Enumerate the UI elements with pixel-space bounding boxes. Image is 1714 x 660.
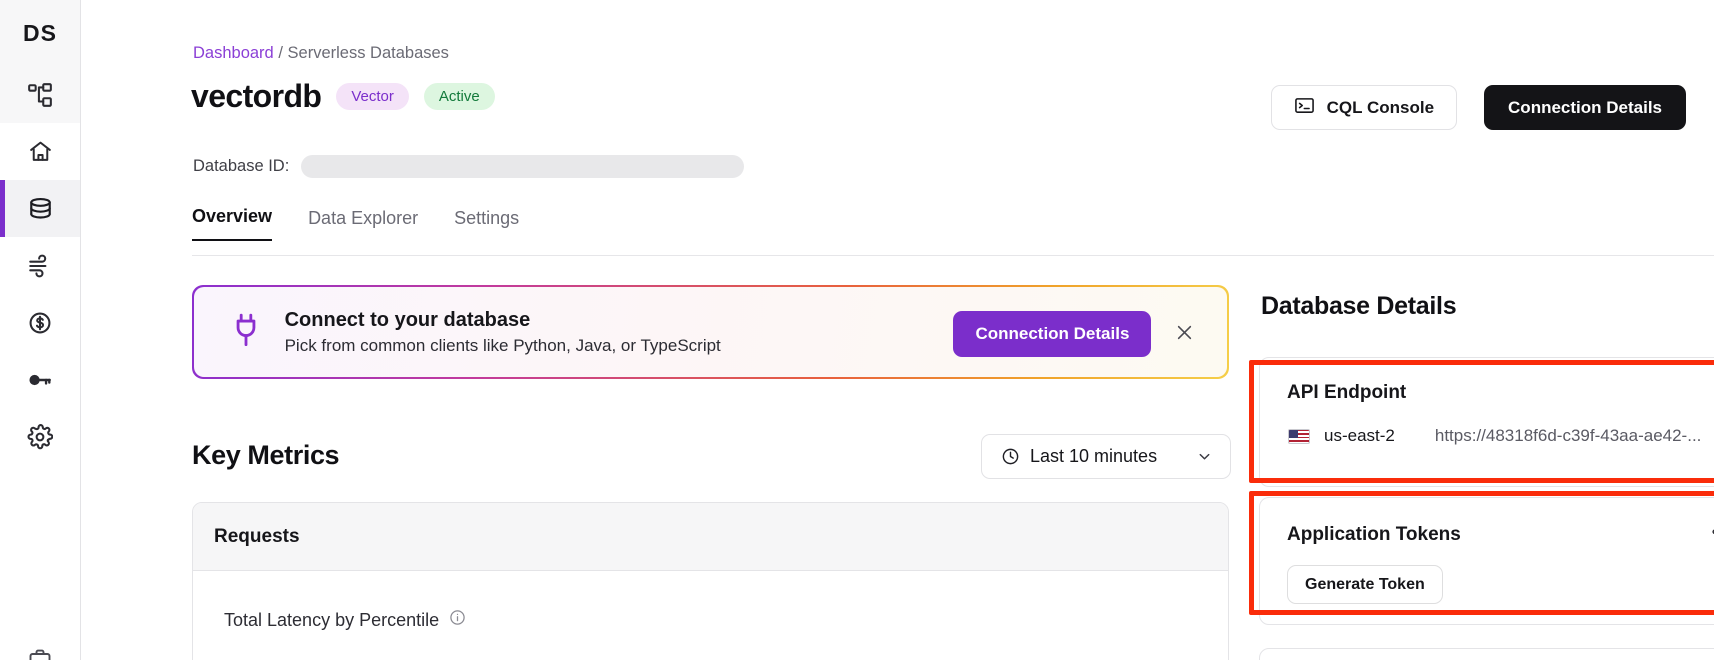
terminal-icon <box>1294 95 1315 121</box>
badge-database-type: Vector <box>336 82 409 110</box>
api-endpoint-card: API Endpoint us-east-2 https://48318f6d-… <box>1259 357 1714 487</box>
database-stack-icon <box>27 195 54 222</box>
sidebar-item-streaming[interactable] <box>0 237 80 294</box>
latency-chart-header: Total Latency by Percentile <box>193 571 1228 631</box>
sitemap-icon <box>27 82 53 108</box>
dollar-circle-icon <box>27 310 53 336</box>
sidebar-item-billing[interactable] <box>0 294 80 351</box>
close-icon[interactable] <box>1171 320 1197 346</box>
briefcase-icon <box>28 647 52 660</box>
database-details-title: Database Details <box>1261 292 1457 320</box>
sidebar-item-briefcase[interactable] <box>0 647 80 660</box>
requests-card-header: Requests <box>193 503 1228 571</box>
database-id-label: Database ID: <box>193 157 290 175</box>
header-actions: CQL Console Connection Details <box>1270 85 1686 130</box>
application-tokens-card: Application Tokens Generate Token <box>1259 497 1714 625</box>
cql-console-label: CQL Console <box>1326 97 1435 117</box>
page-title-row: vectordb Vector Active <box>191 80 495 112</box>
api-endpoint-region: us-east-2 <box>1324 426 1395 445</box>
time-range-selector[interactable]: Last 10 minutes <box>981 434 1231 479</box>
app-logo[interactable]: DS <box>0 0 80 66</box>
tab-data-explorer[interactable]: Data Explorer <box>308 209 418 241</box>
latency-chart-title: Total Latency by Percentile <box>224 609 440 630</box>
connect-banner-text: Connect to your database Pick from commo… <box>285 309 721 356</box>
database-id-row: Database ID: <box>193 155 745 178</box>
status-badge: Active <box>423 82 495 110</box>
additional-details-card <box>1259 648 1714 660</box>
sidebar-item-tokens[interactable] <box>0 351 80 408</box>
connection-details-button[interactable]: Connection Details <box>1484 85 1686 130</box>
application-tokens-header: Application Tokens <box>1260 498 1714 547</box>
tab-overview[interactable]: Overview <box>192 207 273 241</box>
api-endpoint-heading: API Endpoint <box>1287 382 1407 403</box>
requests-metric-card: Requests Total Latency by Percentile <box>192 502 1229 660</box>
plug-icon <box>229 311 263 354</box>
connect-banner-inner: Connect to your database Pick from commo… <box>193 286 1228 378</box>
chevron-down-icon <box>1197 449 1212 464</box>
application-tokens-heading: Application Tokens <box>1287 523 1461 545</box>
api-endpoint-row: us-east-2 https://48318f6d-c39f-43aa-ae4… <box>1260 404 1714 446</box>
clock-icon <box>1001 447 1020 466</box>
banner-connection-details-button[interactable]: Connection Details <box>953 310 1152 357</box>
tab-settings[interactable]: Settings <box>454 209 519 241</box>
app-root: DS Dashboard / Serverless Databases vect… <box>0 0 1714 660</box>
us-flag-icon <box>1288 428 1310 444</box>
info-circle-icon[interactable] <box>449 609 466 631</box>
gear-icon <box>27 423 53 450</box>
key-icon <box>27 367 53 393</box>
breadcrumb-separator: / <box>278 44 283 62</box>
database-id-value[interactable] <box>301 155 745 178</box>
sidebar-item-databases[interactable] <box>0 180 80 237</box>
breadcrumb-current: Serverless Databases <box>287 44 449 62</box>
tab-bar: Overview Data Explorer Settings <box>192 207 519 241</box>
cql-console-button[interactable]: CQL Console <box>1270 85 1458 130</box>
connect-banner: Connect to your database Pick from commo… <box>192 285 1229 379</box>
logo-text: DS <box>23 19 57 46</box>
left-sidebar: DS <box>0 0 81 660</box>
sidebar-item-home[interactable] <box>0 123 80 180</box>
connect-banner-subtext: Pick from common clients like Python, Ja… <box>284 335 721 355</box>
breadcrumb-dashboard-link[interactable]: Dashboard <box>193 44 274 62</box>
page-title: vectordb <box>191 78 322 114</box>
tab-bar-divider <box>192 255 1714 256</box>
main-content: Dashboard / Serverless Databases vectord… <box>81 0 1714 660</box>
home-icon <box>28 139 53 164</box>
time-range-label: Last 10 minutes <box>1030 446 1158 466</box>
generate-token-button[interactable]: Generate Token <box>1287 565 1443 604</box>
wind-icon <box>27 253 53 279</box>
requests-card-title: Requests <box>214 525 300 547</box>
breadcrumb: Dashboard / Serverless Databases <box>193 44 449 63</box>
key-metrics-title: Key Metrics <box>192 440 340 470</box>
sidebar-item-organization[interactable] <box>0 66 80 123</box>
api-endpoint-url[interactable]: https://48318f6d-c39f-43aa-ae42-... <box>1435 426 1702 446</box>
connect-banner-heading: Connect to your database <box>284 308 531 331</box>
sidebar-item-settings[interactable] <box>0 408 80 465</box>
